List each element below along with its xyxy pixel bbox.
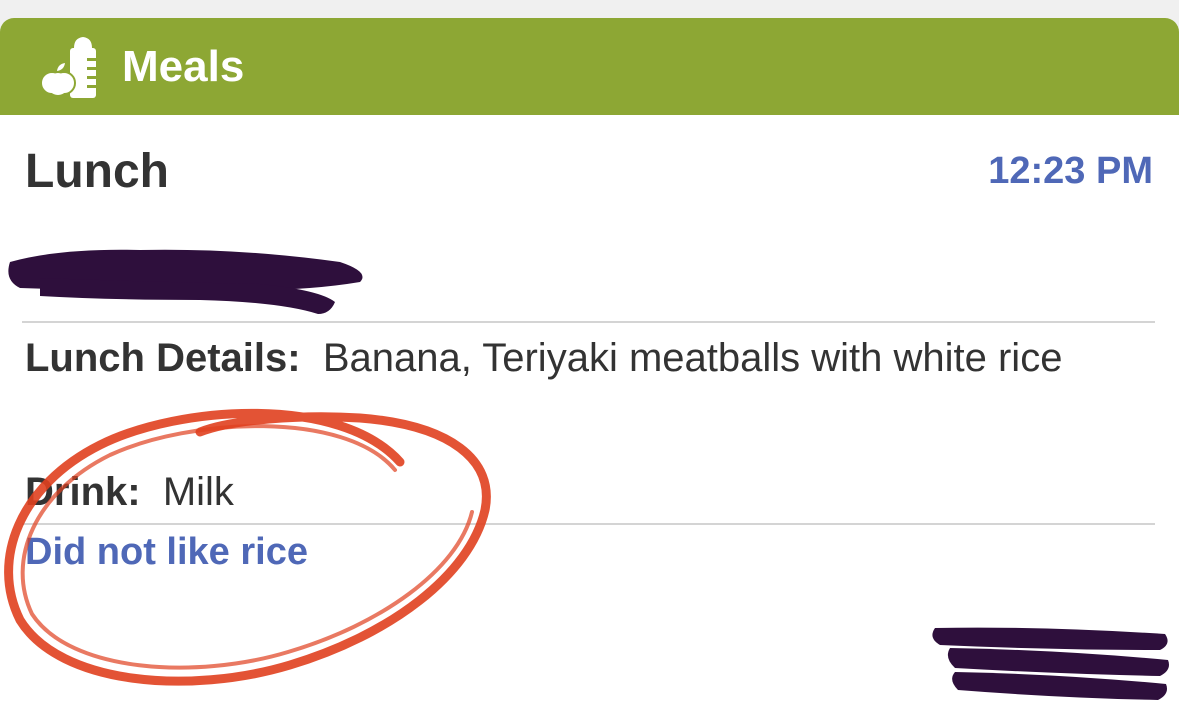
lunch-details: Lunch Details: Banana, Teriyaki meatball… [25,326,1135,390]
meals-icon [40,37,96,98]
card-header: Meals [0,18,1179,115]
teacher-note: Did not like rice [25,531,308,573]
divider-bottom [22,523,1155,525]
meal-time: 12:23 PM [988,150,1153,192]
section-title: Meals [122,42,245,91]
drink-row: Drink: Milk [25,460,1135,524]
divider-top [22,321,1155,323]
meal-type-heading: Lunch [25,145,169,198]
lunch-details-label: Lunch Details: [25,336,301,380]
lunch-details-value: Banana, Teriyaki meatballs with white ri… [322,336,1063,380]
drink-value: Milk [162,470,234,514]
drink-label: Drink: [25,470,141,514]
meals-card: Meals Lunch 12:23 PM Lunch Details: Bana… [0,18,1179,726]
